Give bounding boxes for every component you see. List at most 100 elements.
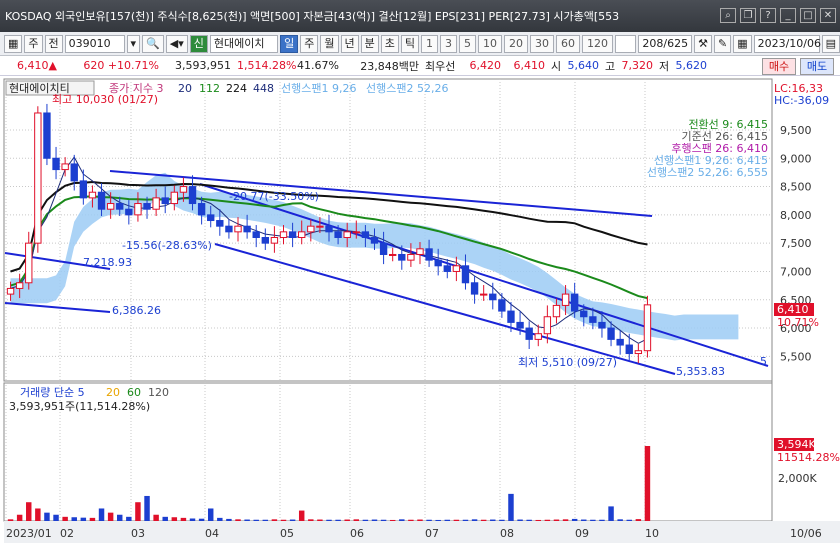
- market-select[interactable]: 전: [44, 34, 63, 53]
- volume-ma-20: 20: [106, 386, 120, 399]
- candle-body: [6, 287, 15, 295]
- candle-body: [552, 304, 561, 318]
- search-icon[interactable]: ⌕: [720, 8, 736, 23]
- stock-code-input[interactable]: 039010: [64, 34, 125, 53]
- volume-bar: [53, 514, 59, 521]
- interval-input[interactable]: [615, 34, 637, 53]
- candle-body: [507, 310, 515, 323]
- interval-button[interactable]: 1: [421, 34, 438, 53]
- chart-tool-icon[interactable]: ⚒: [694, 34, 712, 53]
- price-axis-label: 7,000: [780, 265, 812, 278]
- price-change: 620 +10.71%: [83, 59, 159, 72]
- candle-body: [161, 197, 169, 205]
- calendar-icon[interactable]: ▤: [821, 34, 840, 53]
- volume-bar: [107, 512, 114, 521]
- volume-bar: [635, 519, 642, 521]
- volume-bar: [317, 519, 323, 521]
- grid-tool-icon[interactable]: ▦: [733, 34, 752, 53]
- candle-body: [461, 265, 470, 284]
- interval-button[interactable]: 20: [504, 34, 528, 53]
- volume-bar: [62, 516, 68, 521]
- date-axis-label: 08: [500, 527, 514, 540]
- period-tick-button[interactable]: 틱: [400, 34, 419, 53]
- volume-bar: [499, 519, 505, 521]
- date-axis-label: 03: [131, 527, 145, 540]
- period-day-button[interactable]: 일: [280, 34, 299, 53]
- interval-button[interactable]: 60: [556, 34, 580, 53]
- volume-bar: [180, 517, 187, 521]
- volume-bar: [644, 446, 651, 521]
- open-label: 시: [551, 59, 562, 73]
- interval-button[interactable]: 10: [478, 34, 502, 53]
- candle-body: [607, 327, 615, 340]
- buy-order-button[interactable]: 매수: [762, 58, 796, 75]
- candle-body: [298, 231, 306, 238]
- maximize-icon[interactable]: □: [800, 8, 816, 23]
- volume-bar: [98, 508, 105, 521]
- volume-bar: [207, 508, 214, 521]
- period-year-button[interactable]: 년: [340, 34, 359, 53]
- period-second-button[interactable]: 초: [380, 34, 399, 53]
- volume-axis-label: 2,000K: [778, 472, 817, 485]
- candle-body: [361, 231, 370, 238]
- high-label: 고: [605, 59, 616, 73]
- volume-bar: [16, 514, 23, 521]
- candle-body: [261, 237, 269, 244]
- volume-bar: [626, 519, 632, 521]
- candle-body: [580, 310, 588, 318]
- help-icon[interactable]: ?: [760, 8, 776, 23]
- sell-order-button[interactable]: 매도: [800, 58, 834, 75]
- candle-body: [498, 299, 506, 312]
- candle-body: [252, 231, 260, 238]
- candle-body: [15, 282, 24, 289]
- interval-button[interactable]: 3: [440, 34, 457, 53]
- candle-body: [70, 163, 78, 182]
- candle-body: [643, 304, 652, 352]
- date-input[interactable]: 2023/10/06: [753, 34, 821, 53]
- grid-icon[interactable]: ▦: [4, 34, 23, 53]
- period-week-button[interactable]: 주: [300, 34, 319, 53]
- interval-button[interactable]: 5: [459, 34, 476, 53]
- volume-badge-pct: 11514.28%: [777, 451, 840, 464]
- candle-body: [534, 333, 542, 340]
- close-icon[interactable]: ✕: [820, 8, 836, 23]
- candle-body: [225, 225, 233, 233]
- legend-ma-20: 20: [178, 82, 192, 95]
- draw-tool-icon[interactable]: ✎: [713, 34, 732, 53]
- low-annotation: 최저 5,510 (09/27): [518, 356, 617, 369]
- volume-bar: [353, 519, 360, 521]
- candle-body: [34, 112, 42, 244]
- dropdown-icon[interactable]: ▾: [126, 34, 141, 53]
- interval-button[interactable]: 120: [582, 34, 613, 53]
- volume-bar: [526, 519, 532, 521]
- volume-bar: [344, 519, 350, 521]
- candle-body: [288, 231, 297, 238]
- period-month-button[interactable]: 월: [320, 34, 339, 53]
- period-minute-button[interactable]: 분: [360, 34, 379, 53]
- candle-body: [325, 225, 333, 233]
- legend-ma-448: 448: [253, 82, 274, 95]
- candle-body: [379, 242, 388, 255]
- stock-chart[interactable]: 현대에이치티 종가 지수 3 20 112 224 448 선행스팬1 9,26…: [0, 76, 840, 543]
- mode-select[interactable]: 주: [24, 34, 43, 53]
- minimize-icon[interactable]: _: [780, 8, 796, 23]
- pct-annotation-1: -20.77(-33.50%): [229, 190, 319, 203]
- volume-bar: [335, 519, 341, 521]
- volume-bar: [217, 517, 223, 521]
- candle-body: [97, 191, 106, 210]
- volume-ratio: 1,514.28%: [237, 59, 297, 72]
- candle-body: [216, 220, 224, 227]
- volume-bar: [235, 519, 241, 521]
- speaker-icon[interactable]: ◀▾: [165, 34, 188, 53]
- candle-body: [352, 231, 360, 234]
- restore-icon[interactable]: ❐: [740, 8, 756, 23]
- volume-bar: [144, 495, 150, 521]
- candle-body: [398, 253, 406, 261]
- candle-body: [152, 197, 160, 210]
- search-icon[interactable]: 🔍: [142, 34, 164, 53]
- candle-body: [516, 321, 524, 329]
- volume-value: 3,593,951: [175, 59, 231, 72]
- interval-button[interactable]: 30: [530, 34, 554, 53]
- price-bar: 6,410▲ 620 +10.71% 3,593,951 1,514.28% 4…: [0, 56, 840, 76]
- candle-body: [570, 293, 579, 312]
